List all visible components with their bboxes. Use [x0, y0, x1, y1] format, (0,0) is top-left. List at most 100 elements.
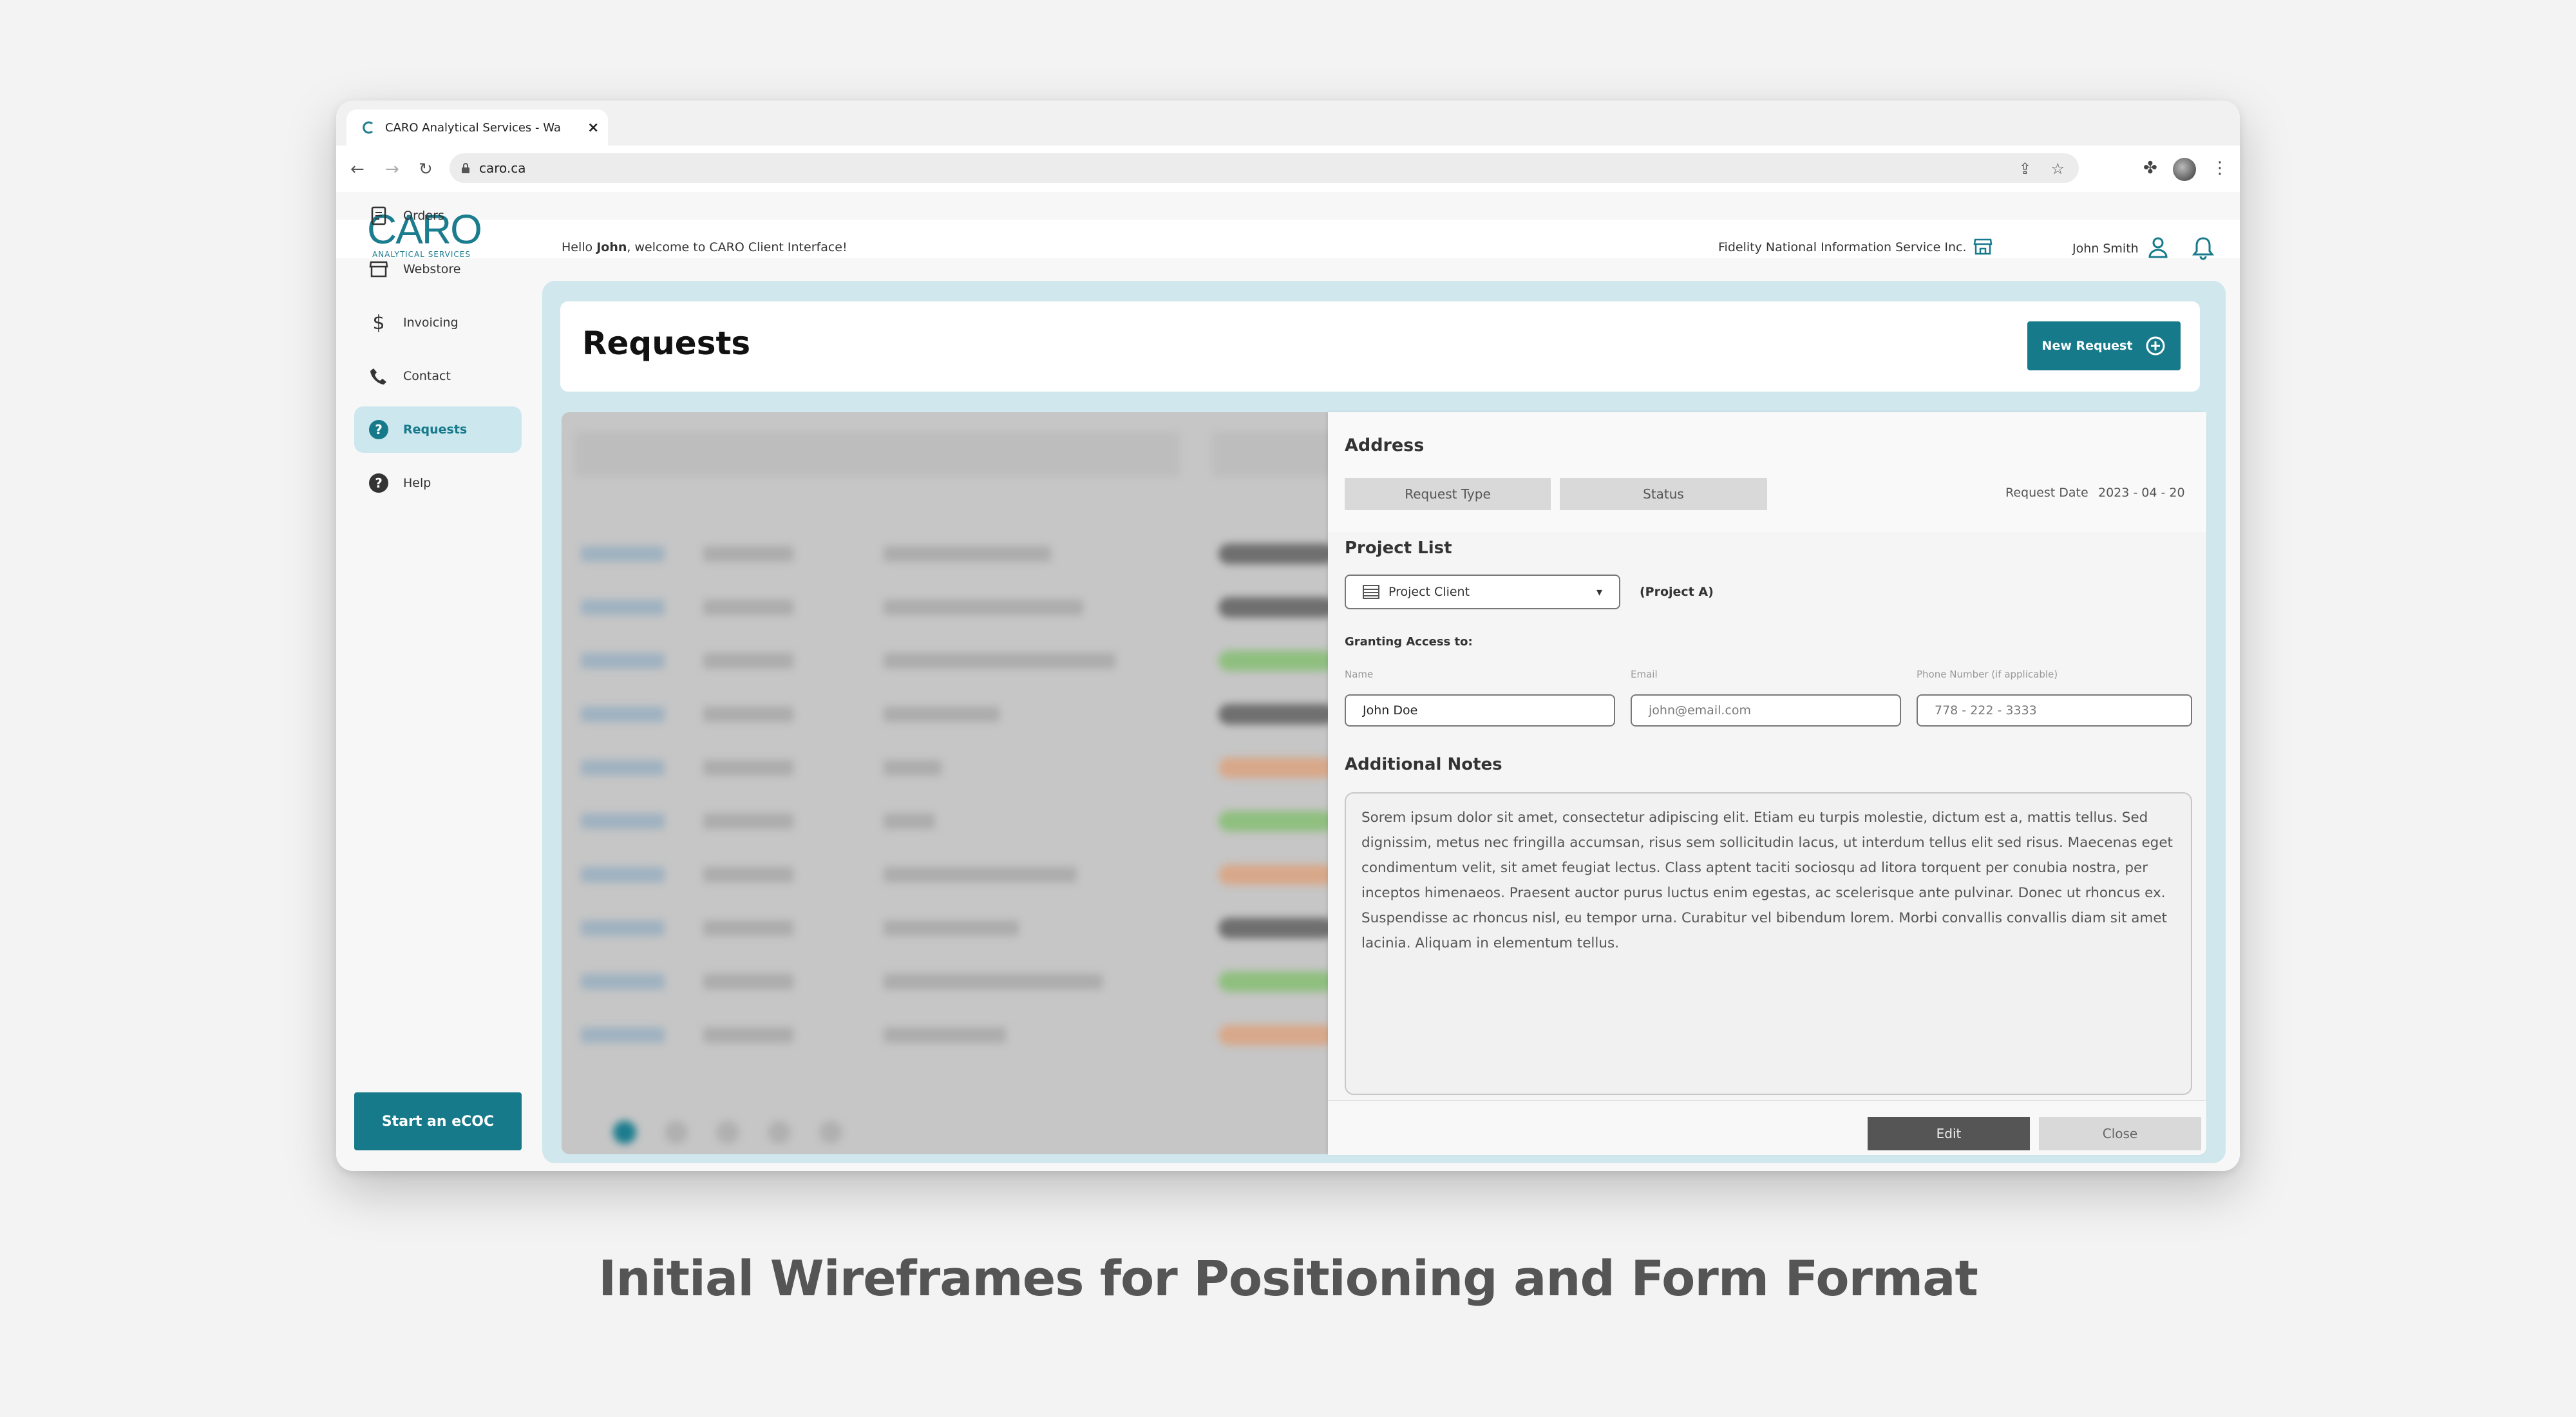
phone-label: Phone Number (if applicable): [1917, 669, 2058, 680]
sidebar-item-requests[interactable]: ? Requests: [354, 406, 522, 453]
blurred-cell: [884, 653, 1115, 669]
request-detail-panel: Address Request Type Status Request Date…: [1328, 412, 2206, 1155]
sidebar-item-label: Contact: [403, 369, 451, 383]
blurred-cell: [884, 974, 1103, 989]
blurred-cell: [703, 546, 793, 562]
blurred-table-row: [562, 915, 1334, 941]
notes-textarea[interactable]: Sorem ipsum dolor sit amet, consectetur …: [1345, 792, 2192, 1095]
tab-title: CARO Analytical Services - Wa: [385, 120, 561, 135]
sidebar-item-help[interactable]: ? Help: [354, 460, 522, 506]
greeting-prefix: Hello: [562, 240, 597, 254]
blurred-cell: [703, 813, 793, 829]
reload-icon[interactable]: ↻: [419, 160, 433, 179]
forward-arrow-icon[interactable]: →: [385, 160, 399, 179]
blurred-search: [574, 432, 1180, 477]
sidebar-item-webstore[interactable]: Webstore: [354, 246, 522, 292]
blurred-cell: [703, 707, 793, 722]
store-icon[interactable]: [1973, 237, 1993, 256]
blurred-cell: [703, 974, 793, 989]
blurred-cell: [581, 653, 665, 669]
project-list-heading: Project List: [1345, 538, 1452, 558]
blurred-cell: [703, 1027, 793, 1043]
blurred-cell: [581, 707, 665, 722]
new-request-button[interactable]: New Request: [2027, 321, 2181, 370]
project-tag: (Project A): [1640, 585, 1714, 599]
user-name[interactable]: John Smith: [2072, 242, 2139, 256]
blurred-cell: [581, 546, 665, 562]
store-icon: [368, 259, 389, 280]
start-ecoc-button[interactable]: Start an eCOC: [354, 1092, 522, 1150]
request-date-value: 2023 - 04 - 20: [2098, 486, 2185, 500]
blurred-cell: [884, 1027, 1006, 1043]
question-circle-icon: ?: [368, 419, 389, 440]
address-bar[interactable]: caro.ca ⇪ ☆: [450, 153, 2079, 183]
plus-circle-icon: [2146, 336, 2165, 356]
project-select-value: Project Client: [1388, 585, 1470, 599]
blurred-cell: [884, 707, 999, 722]
blurred-table-row: [562, 541, 1334, 567]
browser-window: CARO Analytical Services - Wa × ← → ↻ ca…: [336, 100, 2240, 1171]
user-icon[interactable]: [2147, 236, 2169, 259]
blurred-cell: [884, 813, 935, 829]
blurred-pager-dot: [613, 1121, 636, 1144]
browser-tab[interactable]: CARO Analytical Services - Wa ×: [346, 109, 608, 146]
blurred-table-content: [562, 412, 1334, 1154]
share-icon[interactable]: ⇪: [2018, 160, 2031, 178]
name-field[interactable]: John Doe: [1345, 694, 1615, 727]
blurred-pager-dot: [716, 1121, 739, 1144]
blurred-status-pill: [1218, 971, 1334, 992]
blurred-cell: [884, 760, 942, 775]
caption: Initial Wireframes for Positioning and F…: [598, 1250, 1978, 1307]
edit-button[interactable]: Edit: [1868, 1117, 2030, 1150]
blurred-status-pill: [1218, 1025, 1334, 1045]
extensions-puzzle-icon[interactable]: ✤: [2143, 158, 2157, 178]
title-card: [560, 301, 2200, 392]
browser-menu-icon[interactable]: ⋮: [2211, 158, 2228, 178]
sidebar-item-label: Invoicing: [403, 316, 459, 330]
phone-field[interactable]: 778 - 222 - 3333: [1917, 694, 2192, 727]
chevron-down-icon: ▾: [1596, 585, 1602, 599]
blurred-cell: [703, 653, 793, 669]
blurred-cell: [581, 760, 665, 775]
blurred-cell: [581, 867, 665, 882]
blurred-cell: [884, 546, 1051, 562]
lock-icon: [462, 163, 469, 173]
sidebar-item-label: Help: [403, 476, 431, 490]
url-text: caro.ca: [479, 160, 526, 176]
sidebar-item-invoicing[interactable]: $ Invoicing: [354, 300, 522, 346]
blurred-status-pill: [1218, 704, 1334, 725]
sidebar-item-contact[interactable]: Contact: [354, 353, 522, 399]
blurred-cell: [581, 600, 665, 615]
bell-icon[interactable]: [2192, 236, 2214, 260]
sidebar: Orders Webstore $ Invoicing Contact ? Re…: [354, 192, 523, 1171]
bookmark-star-icon[interactable]: ☆: [2050, 160, 2065, 178]
project-select[interactable]: Project Client ▾: [1345, 575, 1620, 609]
requests-table-blurred: [562, 412, 1334, 1154]
email-field[interactable]: john@email.com: [1631, 694, 1901, 727]
sidebar-item-label: Webstore: [403, 262, 461, 276]
page-title: Requests: [582, 325, 751, 362]
blurred-cell: [581, 1027, 665, 1043]
blurred-cell: [581, 813, 665, 829]
phone-icon: [368, 366, 389, 386]
sidebar-item-label: Orders: [403, 209, 444, 223]
blurred-cell: [884, 920, 1019, 936]
close-tab-icon[interactable]: ×: [587, 120, 599, 136]
close-button[interactable]: Close: [2039, 1117, 2201, 1150]
blurred-status-pill: [1218, 918, 1334, 938]
blurred-table-row: [562, 594, 1334, 620]
blurred-filter-button: [1212, 432, 1334, 477]
company-name[interactable]: Fidelity National Information Service In…: [1718, 240, 1967, 254]
blurred-cell: [581, 920, 665, 936]
profile-avatar[interactable]: [2173, 158, 2196, 181]
sidebar-item-orders[interactable]: Orders: [354, 193, 522, 239]
document-icon: [368, 205, 389, 226]
detail-title: Address: [1345, 435, 1425, 455]
blurred-cell: [703, 600, 793, 615]
sidebar-item-label: Requests: [403, 423, 468, 437]
browser-toolbar: ← → ↻ caro.ca ⇪ ☆ ✤ ⋮: [336, 146, 2240, 193]
blurred-status-pill: [1218, 544, 1334, 564]
blurred-cell: [884, 867, 1077, 882]
tab-strip: CARO Analytical Services - Wa ×: [336, 100, 2240, 146]
back-arrow-icon[interactable]: ←: [350, 160, 365, 179]
